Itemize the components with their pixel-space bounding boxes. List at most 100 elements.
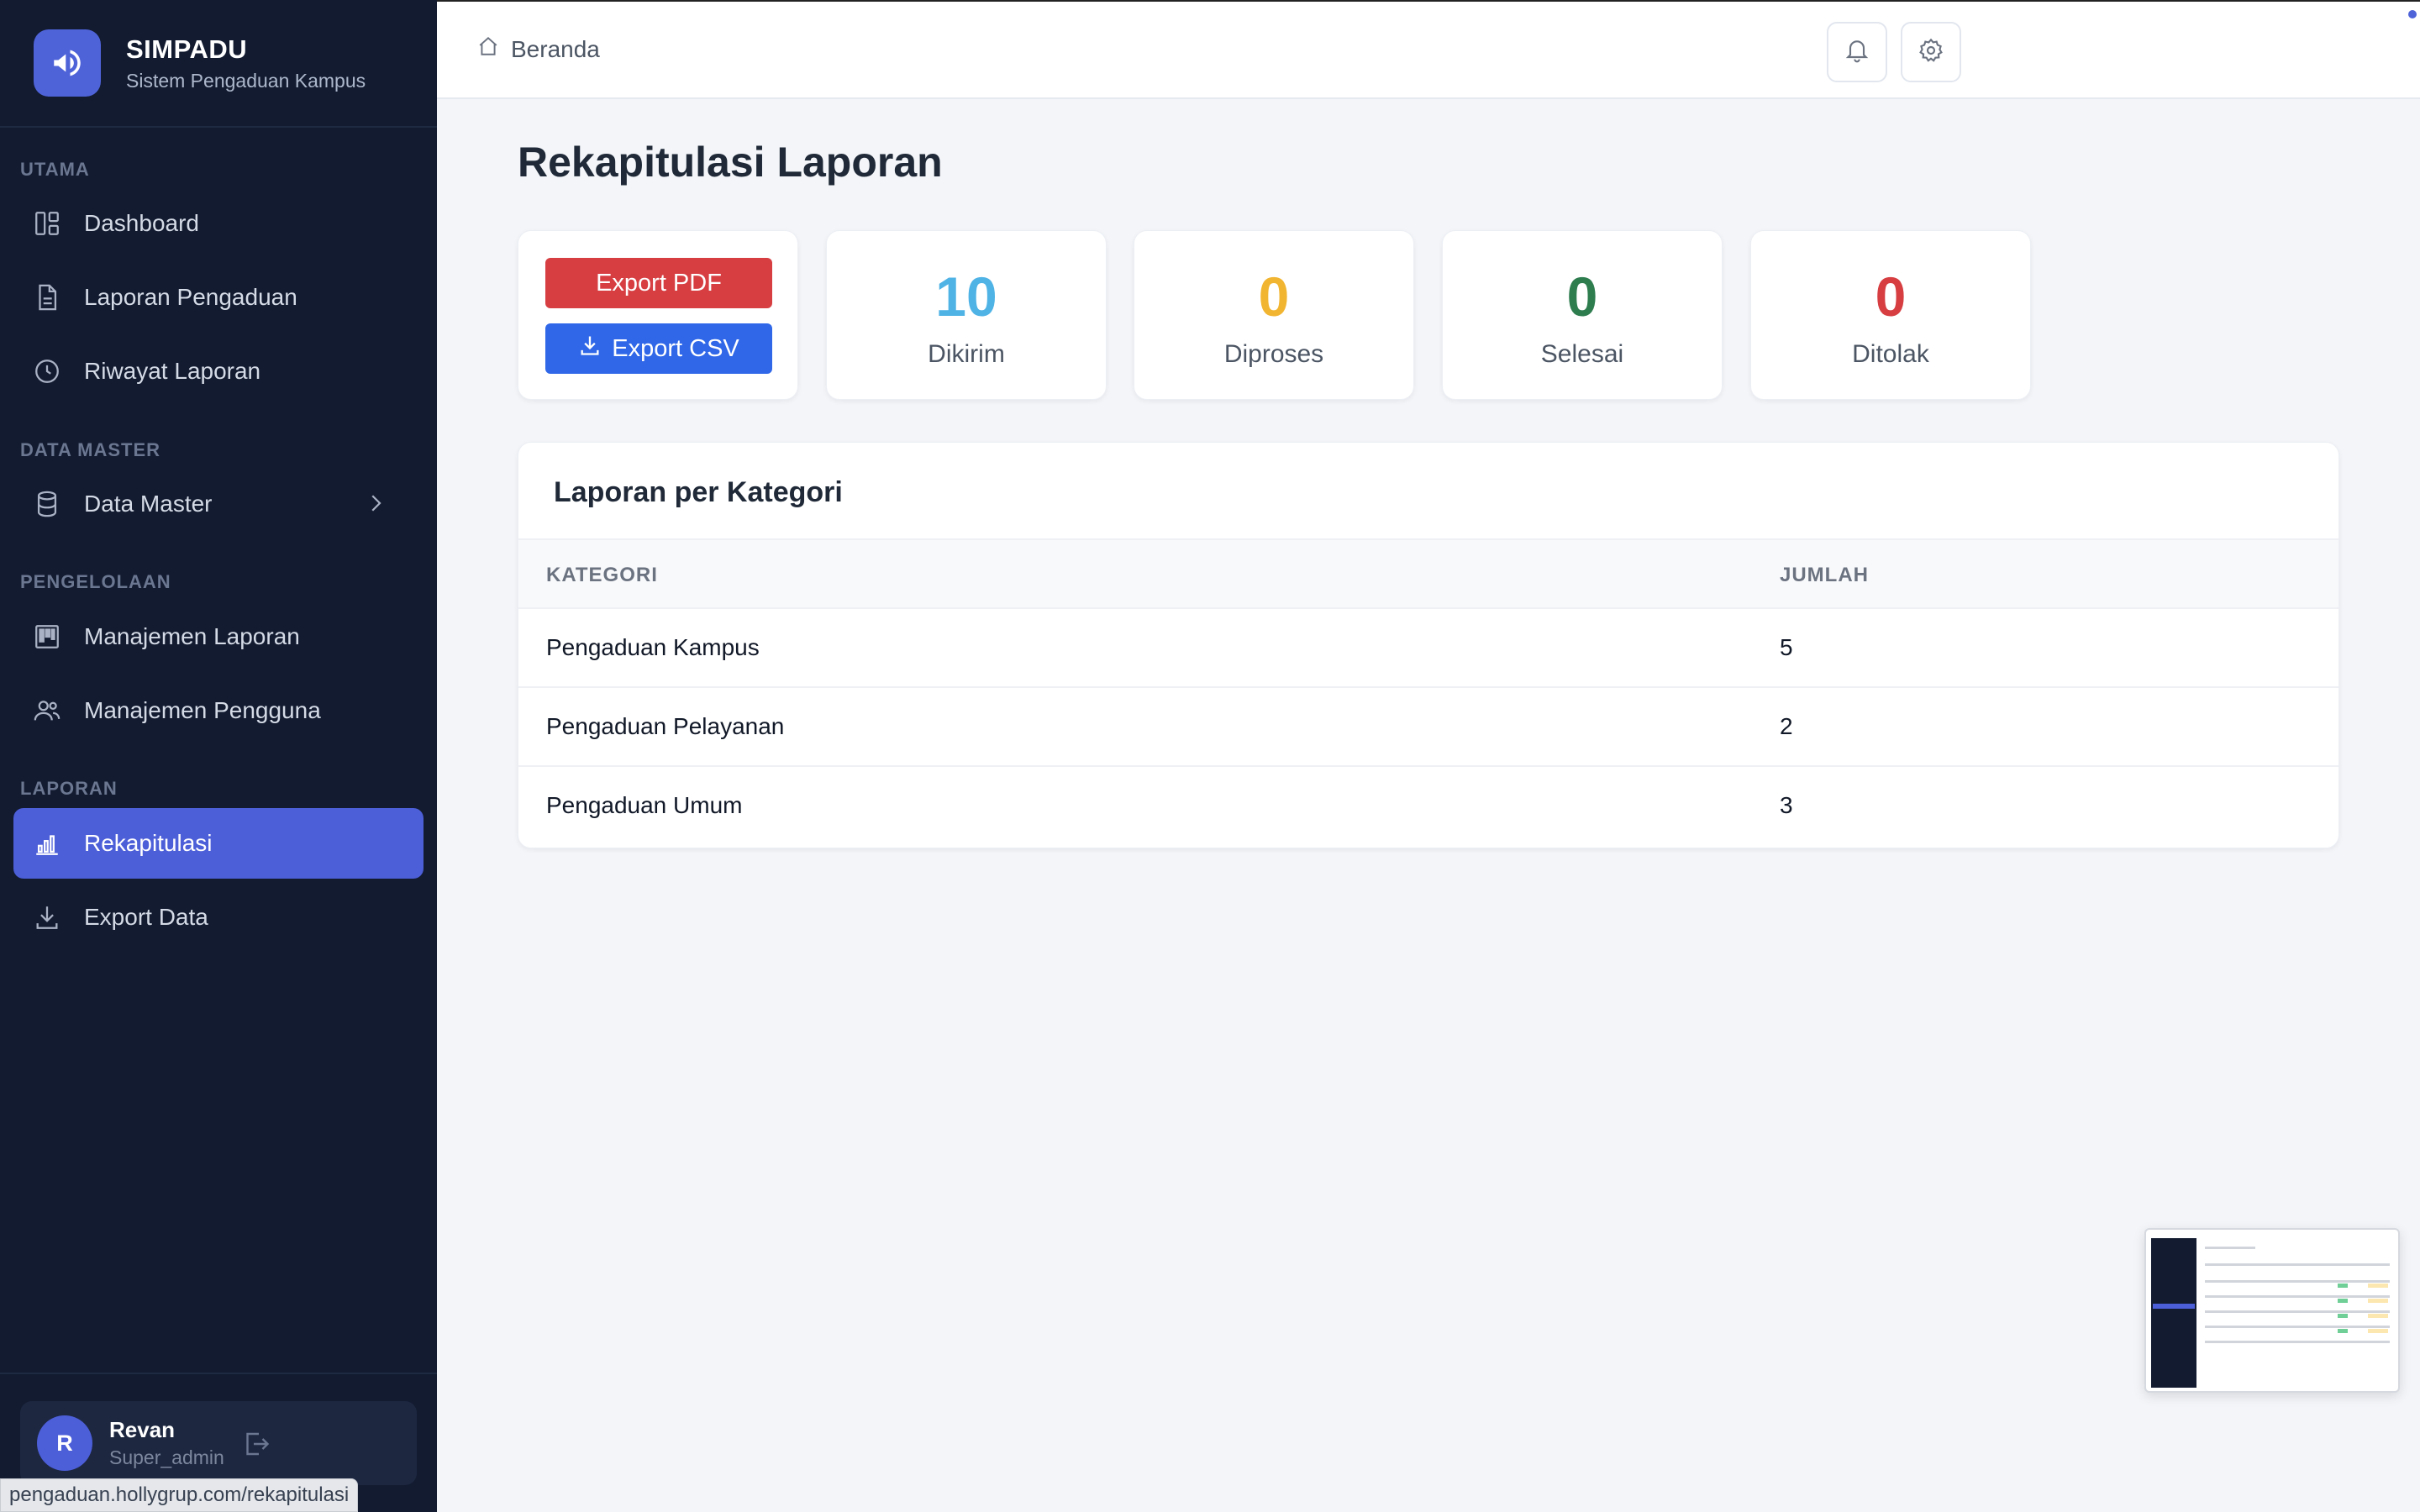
thumbnail-line [2205, 1326, 2390, 1328]
cell-jumlah: 2 [1780, 713, 1793, 739]
thumbnail-badge [2338, 1299, 2348, 1303]
home-icon [477, 35, 499, 63]
breadcrumb[interactable]: Beranda [477, 35, 600, 63]
sidebar-item-rekapitulasi[interactable]: Rekapitulasi [13, 808, 424, 879]
settings-button[interactable] [1901, 22, 1961, 82]
stat-card-dikirim: 10 Dikirim [826, 230, 1107, 400]
gear-icon [1918, 37, 1944, 68]
export-csv-button[interactable]: Export CSV [545, 323, 772, 374]
sidebar-item-label: Manajemen Pengguna [84, 697, 321, 723]
table-row: Pengaduan Pelayanan 2 [518, 688, 2338, 767]
thumbnail-line [2205, 1295, 2390, 1298]
thumbnail-badge [2368, 1329, 2388, 1333]
table-title: Laporan per Kategori [554, 476, 843, 508]
export-csv-label: Export CSV [612, 334, 739, 362]
thumbnail-badge [2338, 1284, 2348, 1288]
stat-card-selesai: 0 Selesai [1442, 230, 1723, 400]
column-header-jumlah: JUMLAH [1780, 564, 1869, 586]
top-bar: Beranda [437, 0, 2420, 99]
sidebar-item-riwayat-laporan[interactable]: Riwayat Laporan [13, 336, 424, 407]
stat-value: 0 [1875, 265, 1907, 328]
notification-button[interactable] [1827, 22, 1887, 82]
thumbnail-badge [2338, 1329, 2348, 1333]
table-header-row: KATEGORI JUMLAH [518, 538, 2338, 609]
sidebar-item-laporan-pengaduan[interactable]: Laporan Pengaduan [13, 262, 424, 333]
clock-icon [32, 356, 62, 386]
download-icon [32, 902, 62, 932]
bar-chart-icon [32, 828, 62, 858]
status-bar-url: pengaduan.hollygrup.com/rekapitulasi [0, 1478, 359, 1512]
sidebar-item-data-master[interactable]: Data Master [13, 469, 424, 539]
cell-jumlah: 3 [1780, 792, 1793, 818]
stat-label: Ditolak [1852, 340, 1929, 368]
category-table-card: Laporan per Kategori KATEGORI JUMLAH Pen… [518, 442, 2339, 848]
stat-value: 10 [935, 265, 997, 328]
table-row: Pengaduan Umum 3 [518, 767, 2338, 846]
export-pdf-button[interactable]: Export PDF [545, 258, 772, 308]
brand-subtitle: Sistem Pengaduan Kampus [126, 69, 366, 92]
stat-label: Diproses [1223, 340, 1324, 368]
thumbnail-active-item [2153, 1304, 2195, 1309]
section-label-utama: UTAMA [20, 159, 90, 180]
sidebar-item-label: Export Data [84, 904, 208, 930]
cell-kategori: Pengaduan Pelayanan [546, 713, 785, 739]
bell-icon [1844, 37, 1870, 68]
indicator-dot [2408, 10, 2417, 18]
cell-jumlah: 5 [1780, 634, 1793, 660]
thumbnail-badge [2368, 1284, 2388, 1288]
user-card: R Revan Super_admin [20, 1401, 417, 1485]
thumbnail-badge [2338, 1314, 2348, 1318]
sidebar-item-label: Manajemen Laporan [84, 623, 300, 649]
stat-label: Dikirim [928, 340, 1005, 368]
sidebar-item-manajemen-laporan[interactable]: Manajemen Laporan [13, 601, 424, 672]
thumbnail-line [2205, 1247, 2255, 1249]
brand[interactable]: SIMPADU Sistem Pengaduan Kampus [0, 0, 437, 128]
thumbnail-line [2205, 1310, 2390, 1313]
column-header-kategori: KATEGORI [546, 564, 658, 586]
user-name: Revan [109, 1417, 176, 1442]
users-icon [32, 696, 62, 726]
sidebar-divider [0, 1373, 437, 1374]
megaphone-icon [34, 29, 101, 97]
logout-icon[interactable] [241, 1429, 271, 1463]
sidebar-item-manajemen-pengguna[interactable]: Manajemen Pengguna [13, 675, 424, 746]
dashboard-icon [32, 208, 62, 239]
stat-value: 0 [1258, 265, 1290, 328]
stat-card-ditolak: 0 Ditolak [1750, 230, 2031, 400]
kanban-icon [32, 622, 62, 652]
stat-value: 0 [1566, 265, 1598, 328]
section-label-laporan: LAPORAN [20, 778, 118, 799]
section-label-data-master: DATA MASTER [20, 439, 161, 460]
sidebar-item-dashboard[interactable]: Dashboard [13, 188, 424, 259]
download-icon [578, 333, 602, 364]
user-role: Super_admin [109, 1446, 224, 1468]
thumbnail-line [2205, 1341, 2390, 1343]
table-row: Pengaduan Kampus 5 [518, 609, 2338, 688]
database-icon [32, 489, 62, 519]
avatar: R [37, 1415, 92, 1471]
sidebar-item-label: Data Master [84, 491, 213, 517]
page-title: Rekapitulasi Laporan [518, 139, 943, 186]
cell-kategori: Pengaduan Kampus [546, 634, 760, 660]
document-icon [32, 282, 62, 312]
screenshot-thumbnail[interactable] [2144, 1228, 2400, 1393]
brand-name: SIMPADU [126, 34, 248, 64]
chevron-right-icon [363, 491, 388, 522]
sidebar: SIMPADU Sistem Pengaduan Kampus UTAMA Da… [0, 0, 437, 1512]
sidebar-item-label: Rekapitulasi [84, 830, 213, 856]
cell-kategori: Pengaduan Umum [546, 792, 743, 818]
stat-label: Selesai [1540, 340, 1624, 368]
stat-card-diproses: 0 Diproses [1134, 230, 1414, 400]
breadcrumb-label: Beranda [511, 35, 600, 62]
export-card: Export PDF Export CSV [518, 230, 798, 400]
section-label-pengelolaan: PENGELOLAAN [20, 571, 171, 592]
thumbnail-badge [2368, 1314, 2388, 1318]
thumbnail-sidebar [2151, 1238, 2196, 1388]
sidebar-item-label: Dashboard [84, 210, 199, 236]
thumbnail-line [2205, 1263, 2390, 1266]
thumbnail-badge [2368, 1299, 2388, 1303]
sidebar-item-label: Laporan Pengaduan [84, 284, 297, 310]
sidebar-item-label: Riwayat Laporan [84, 358, 261, 384]
sidebar-item-export-data[interactable]: Export Data [13, 882, 424, 953]
thumbnail-line [2205, 1280, 2390, 1283]
